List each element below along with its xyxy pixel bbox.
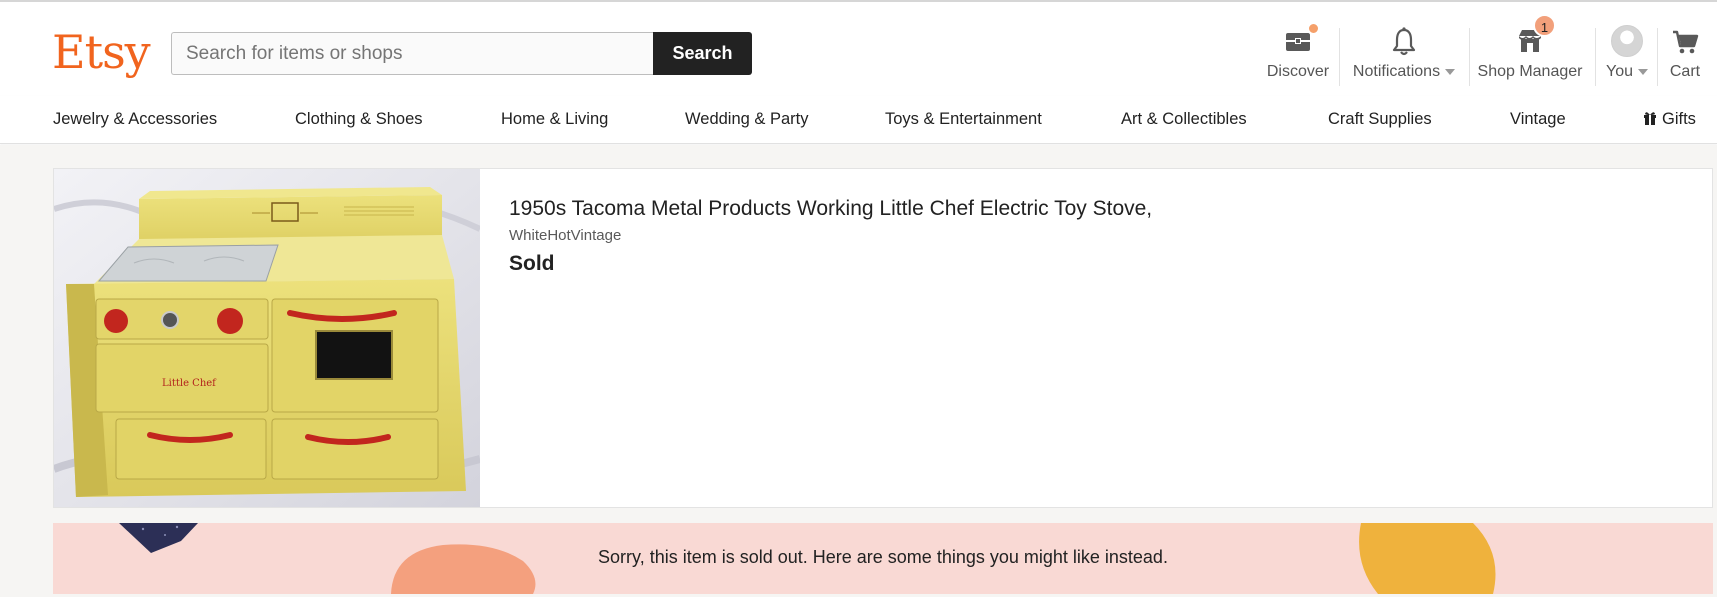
nav-divider: [1469, 28, 1470, 86]
category-home[interactable]: Home & Living: [501, 110, 608, 129]
header: Etsy Search Discover Notifications: [0, 2, 1717, 96]
search-button[interactable]: Search: [653, 32, 752, 75]
shop-name[interactable]: WhiteHotVintage: [509, 227, 1152, 244]
nav-discover[interactable]: Discover: [1263, 22, 1333, 86]
nav-divider: [1595, 28, 1596, 86]
nav-shop-manager[interactable]: 1 Shop Manager: [1474, 14, 1586, 86]
gifts-label: Gifts: [1662, 110, 1696, 128]
avatar: [1611, 25, 1643, 57]
nav-divider: [1339, 28, 1340, 86]
category-clothing[interactable]: Clothing & Shoes: [295, 110, 423, 129]
category-nav: Jewelry & Accessories Clothing & Shoes H…: [0, 96, 1717, 144]
gift-icon: [1643, 110, 1657, 131]
category-art[interactable]: Art & Collectibles: [1121, 110, 1247, 129]
listing-info: 1950s Tacoma Metal Products Working Litt…: [509, 197, 1152, 276]
category-vintage[interactable]: Vintage: [1510, 110, 1566, 129]
discover-dot: [1307, 22, 1320, 35]
category-craft[interactable]: Craft Supplies: [1328, 110, 1432, 129]
sold-status: Sold: [509, 252, 555, 275]
category-gifts[interactable]: Gifts: [1643, 110, 1696, 131]
category-toys[interactable]: Toys & Entertainment: [885, 110, 1042, 129]
sold-out-banner: Sorry, this item is sold out. Here are s…: [53, 523, 1713, 594]
bell-icon: [1389, 24, 1419, 58]
shop-icon: 1: [1515, 14, 1556, 58]
notifications-label: Notifications: [1352, 63, 1441, 80]
sold-out-message: Sorry, this item is sold out. Here are s…: [598, 547, 1168, 567]
little-chef-emblem: Little Chef: [162, 378, 217, 389]
etsy-logo[interactable]: Etsy: [52, 26, 151, 78]
cart-icon: [1670, 24, 1700, 58]
discover-label: Discover: [1266, 63, 1330, 80]
nav-notifications[interactable]: Notifications: [1349, 24, 1459, 86]
discover-icon: [1283, 22, 1320, 58]
shop-manager-badge: 1: [1533, 14, 1556, 37]
category-wedding[interactable]: Wedding & Party: [685, 110, 809, 129]
chevron-down-icon: [1445, 68, 1456, 75]
chevron-down-icon: [1638, 68, 1648, 75]
category-jewelry[interactable]: Jewelry & Accessories: [53, 110, 217, 129]
nav-you[interactable]: You: [1601, 24, 1653, 86]
shop-manager-label: Shop Manager: [1477, 63, 1583, 80]
main: Little Chef 1950s Tacoma Metal Products …: [0, 145, 1717, 597]
nav-cart[interactable]: Cart: [1665, 24, 1705, 86]
listing-image[interactable]: Little Chef: [54, 169, 480, 507]
you-label: You: [1606, 63, 1633, 80]
search-input[interactable]: [171, 32, 654, 75]
nav-divider: [1657, 28, 1658, 86]
cart-label: Cart: [1669, 63, 1701, 80]
listing-title[interactable]: 1950s Tacoma Metal Products Working Litt…: [509, 197, 1152, 221]
listing-card[interactable]: Little Chef 1950s Tacoma Metal Products …: [53, 168, 1713, 508]
